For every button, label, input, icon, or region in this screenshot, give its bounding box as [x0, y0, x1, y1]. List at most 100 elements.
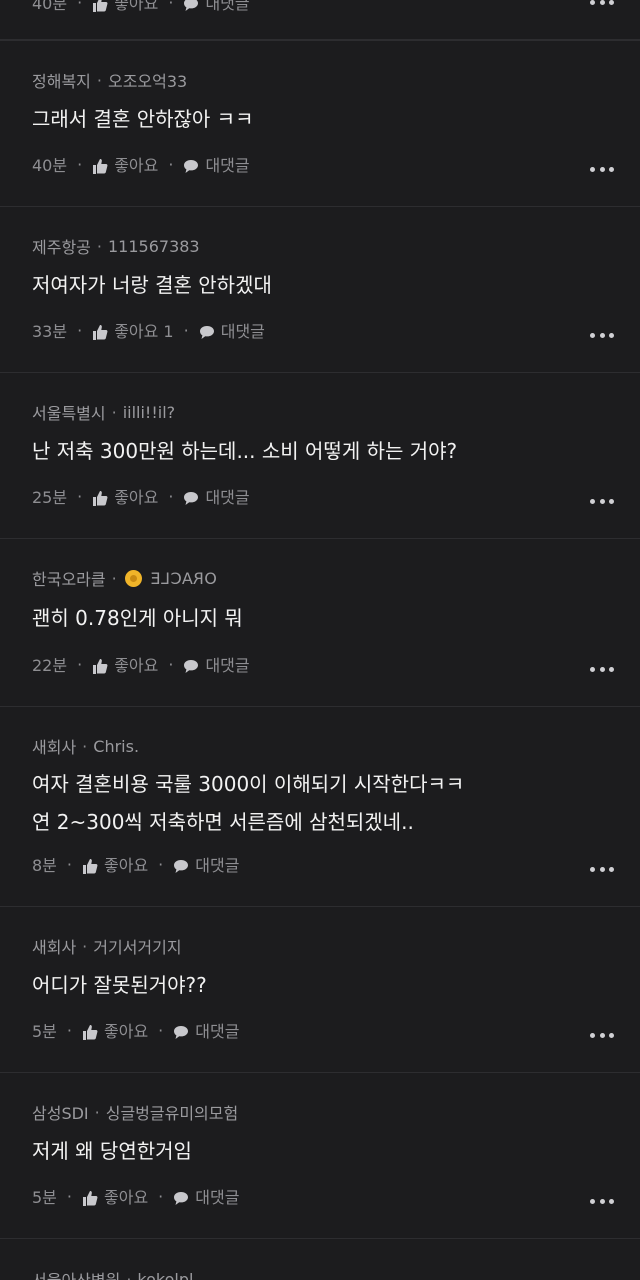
company-name: 정해복지 — [32, 72, 91, 91]
comment-actions: 5분 · 좋아요 · 대댓글 — [32, 1018, 239, 1042]
comment-author[interactable]: 서울아산병원 · kokolpl — [32, 1267, 193, 1280]
more-options-button[interactable] — [590, 0, 614, 6]
separator-dot: · — [66, 1186, 72, 1206]
more-options-button[interactable] — [590, 665, 614, 673]
more-options-button[interactable] — [590, 1197, 614, 1205]
like-button[interactable]: 좋아요 — [82, 1184, 148, 1208]
speech-bubble-icon — [184, 660, 199, 673]
company-name: 삼성SDI — [32, 1104, 89, 1123]
reply-button[interactable]: 대댓글 — [183, 652, 250, 676]
speech-bubble-icon — [184, 492, 199, 505]
reply-button[interactable]: 대댓글 — [183, 152, 250, 176]
more-options-button[interactable] — [590, 497, 614, 505]
more-options-button[interactable] — [590, 165, 614, 173]
more-options-button[interactable] — [590, 331, 614, 339]
reply-button[interactable]: 대댓글 — [183, 484, 250, 508]
company-name: 서울특별시 — [32, 404, 106, 423]
reply-button[interactable]: 대댓글 — [183, 0, 250, 14]
separator-dot: · — [77, 320, 83, 340]
nickname: 거기서거기지 — [93, 938, 182, 957]
comment-actions: 8분 · 좋아요 · 대댓글 — [32, 852, 239, 876]
more-options-button[interactable] — [590, 1031, 614, 1039]
like-button[interactable]: 좋아요 — [82, 1018, 148, 1042]
thumbs-up-icon — [93, 659, 108, 674]
separator-dot: · — [94, 1102, 100, 1122]
comment-time: 40분 — [32, 156, 68, 175]
separator-dot: · — [158, 1020, 164, 1040]
speech-bubble-icon — [184, 0, 199, 11]
reply-label: 대댓글 — [195, 1188, 240, 1207]
reply-button[interactable]: 대댓글 — [173, 1018, 239, 1042]
like-button[interactable]: 좋아요 1 — [92, 318, 174, 342]
separator-dot: · — [82, 736, 88, 756]
comment-author[interactable]: 삼성SDI · 싱글벙글유미의모험 — [32, 1100, 238, 1124]
like-label: 좋아요 — [114, 0, 159, 13]
comment-actions: 25분 · 좋아요 · 대댓글 — [32, 484, 250, 508]
comment-item: 삼성SDI · 싱글벙글유미의모험 저게 왜 당연한거임 5분 · 좋아요 · … — [0, 1072, 640, 1238]
comment-actions: 40분 · 좋아요 · 대댓글 — [32, 0, 250, 14]
reply-button[interactable]: 대댓글 — [199, 318, 265, 342]
more-dots-icon — [590, 666, 595, 672]
comment-text: 그래서 결혼 안하잖아 ㅋㅋ — [32, 100, 253, 138]
separator-dot: · — [158, 854, 164, 874]
comment-line: 연 2~300씩 저축하면 서른즘에 삼천되겠네.. — [32, 810, 414, 834]
reply-label: 대댓글 — [220, 322, 265, 341]
more-dots-icon — [590, 866, 595, 872]
more-dots-icon — [590, 1198, 595, 1204]
like-button[interactable]: 좋아요 — [92, 152, 158, 176]
reply-label: 대댓글 — [205, 656, 250, 675]
comment-item: 새회사 · 거기서거기지 어디가 잘못된거야?? 5분 · 좋아요 · 대댓글 — [0, 906, 640, 1072]
more-options-button[interactable] — [590, 865, 614, 873]
separator-dot: · — [168, 0, 174, 12]
nickname: 오조오억33 — [107, 72, 188, 91]
like-button[interactable]: 좋아요 — [92, 0, 158, 14]
comment-time: 33분 — [32, 322, 68, 341]
like-label: 좋아요 1 — [114, 322, 174, 341]
company-name: 새회사 — [32, 738, 77, 757]
speech-bubble-icon — [174, 1026, 189, 1039]
reply-label: 대댓글 — [195, 856, 240, 875]
separator-dot: · — [111, 402, 117, 422]
reply-button[interactable]: 대댓글 — [173, 1184, 239, 1208]
comment-text: 저여자가 너랑 결혼 안하겠대 — [32, 266, 272, 304]
more-dots-icon — [590, 498, 595, 504]
more-dots-icon — [590, 1032, 595, 1038]
separator-dot: · — [183, 320, 189, 340]
comment-line: 난 저축 300만원 하는데... 소비 어떻게 하는 거야? — [32, 439, 458, 463]
reply-button[interactable]: 대댓글 — [173, 852, 239, 876]
nickname: iilli!!il? — [122, 402, 176, 422]
reply-label: 대댓글 — [205, 488, 250, 507]
gold-badge-icon — [124, 569, 142, 587]
comment-author[interactable]: 정해복지 · 오조오억33 — [32, 68, 187, 92]
comment-text: 어디가 잘못된거야?? — [32, 966, 207, 1004]
comment-author[interactable]: 제주항공 · 111567383 — [32, 234, 200, 258]
comment-time: 5분 — [32, 1188, 57, 1207]
separator-dot: · — [168, 654, 174, 674]
separator-dot: · — [168, 486, 174, 506]
comment-item: 제주항공 · 111567383 저여자가 너랑 결혼 안하겠대 33분 · 좋… — [0, 206, 640, 372]
company-name: 서울아산병원 — [32, 1267, 120, 1280]
thumbs-up-icon — [83, 1025, 98, 1040]
like-button[interactable]: 좋아요 — [82, 852, 148, 876]
more-dots-icon — [590, 166, 595, 172]
separator-dot: · — [77, 0, 83, 12]
comment-time: 8분 — [32, 856, 57, 875]
comment-actions: 33분 · 좋아요 1 · 대댓글 — [32, 318, 265, 342]
comment-item: 새회사 · Chris. 여자 결혼비용 국룰 3000이 이해되기 시작한다ㅋ… — [0, 706, 640, 906]
separator-dot: · — [66, 1020, 72, 1040]
comment-author[interactable]: 한국오라클 · ORACLE — [32, 566, 217, 590]
comment-author[interactable]: 새회사 · Chris. — [32, 734, 139, 758]
comment-author[interactable]: 새회사 · 거기서거기지 — [32, 934, 182, 958]
like-label: 좋아요 — [104, 1188, 149, 1207]
comment-author[interactable]: 서울특별시 · iilli!!il? — [32, 400, 175, 424]
like-label: 좋아요 — [114, 488, 159, 507]
separator-dot: · — [158, 1186, 164, 1206]
nickname: kokolpl — [137, 1269, 194, 1280]
like-button[interactable]: 좋아요 — [92, 484, 158, 508]
separator-dot: · — [77, 154, 83, 174]
like-button[interactable]: 좋아요 — [92, 652, 158, 676]
speech-bubble-icon — [184, 160, 199, 173]
like-label: 좋아요 — [104, 1022, 149, 1041]
reply-label: 대댓글 — [205, 0, 250, 13]
more-dots-icon — [590, 332, 595, 338]
